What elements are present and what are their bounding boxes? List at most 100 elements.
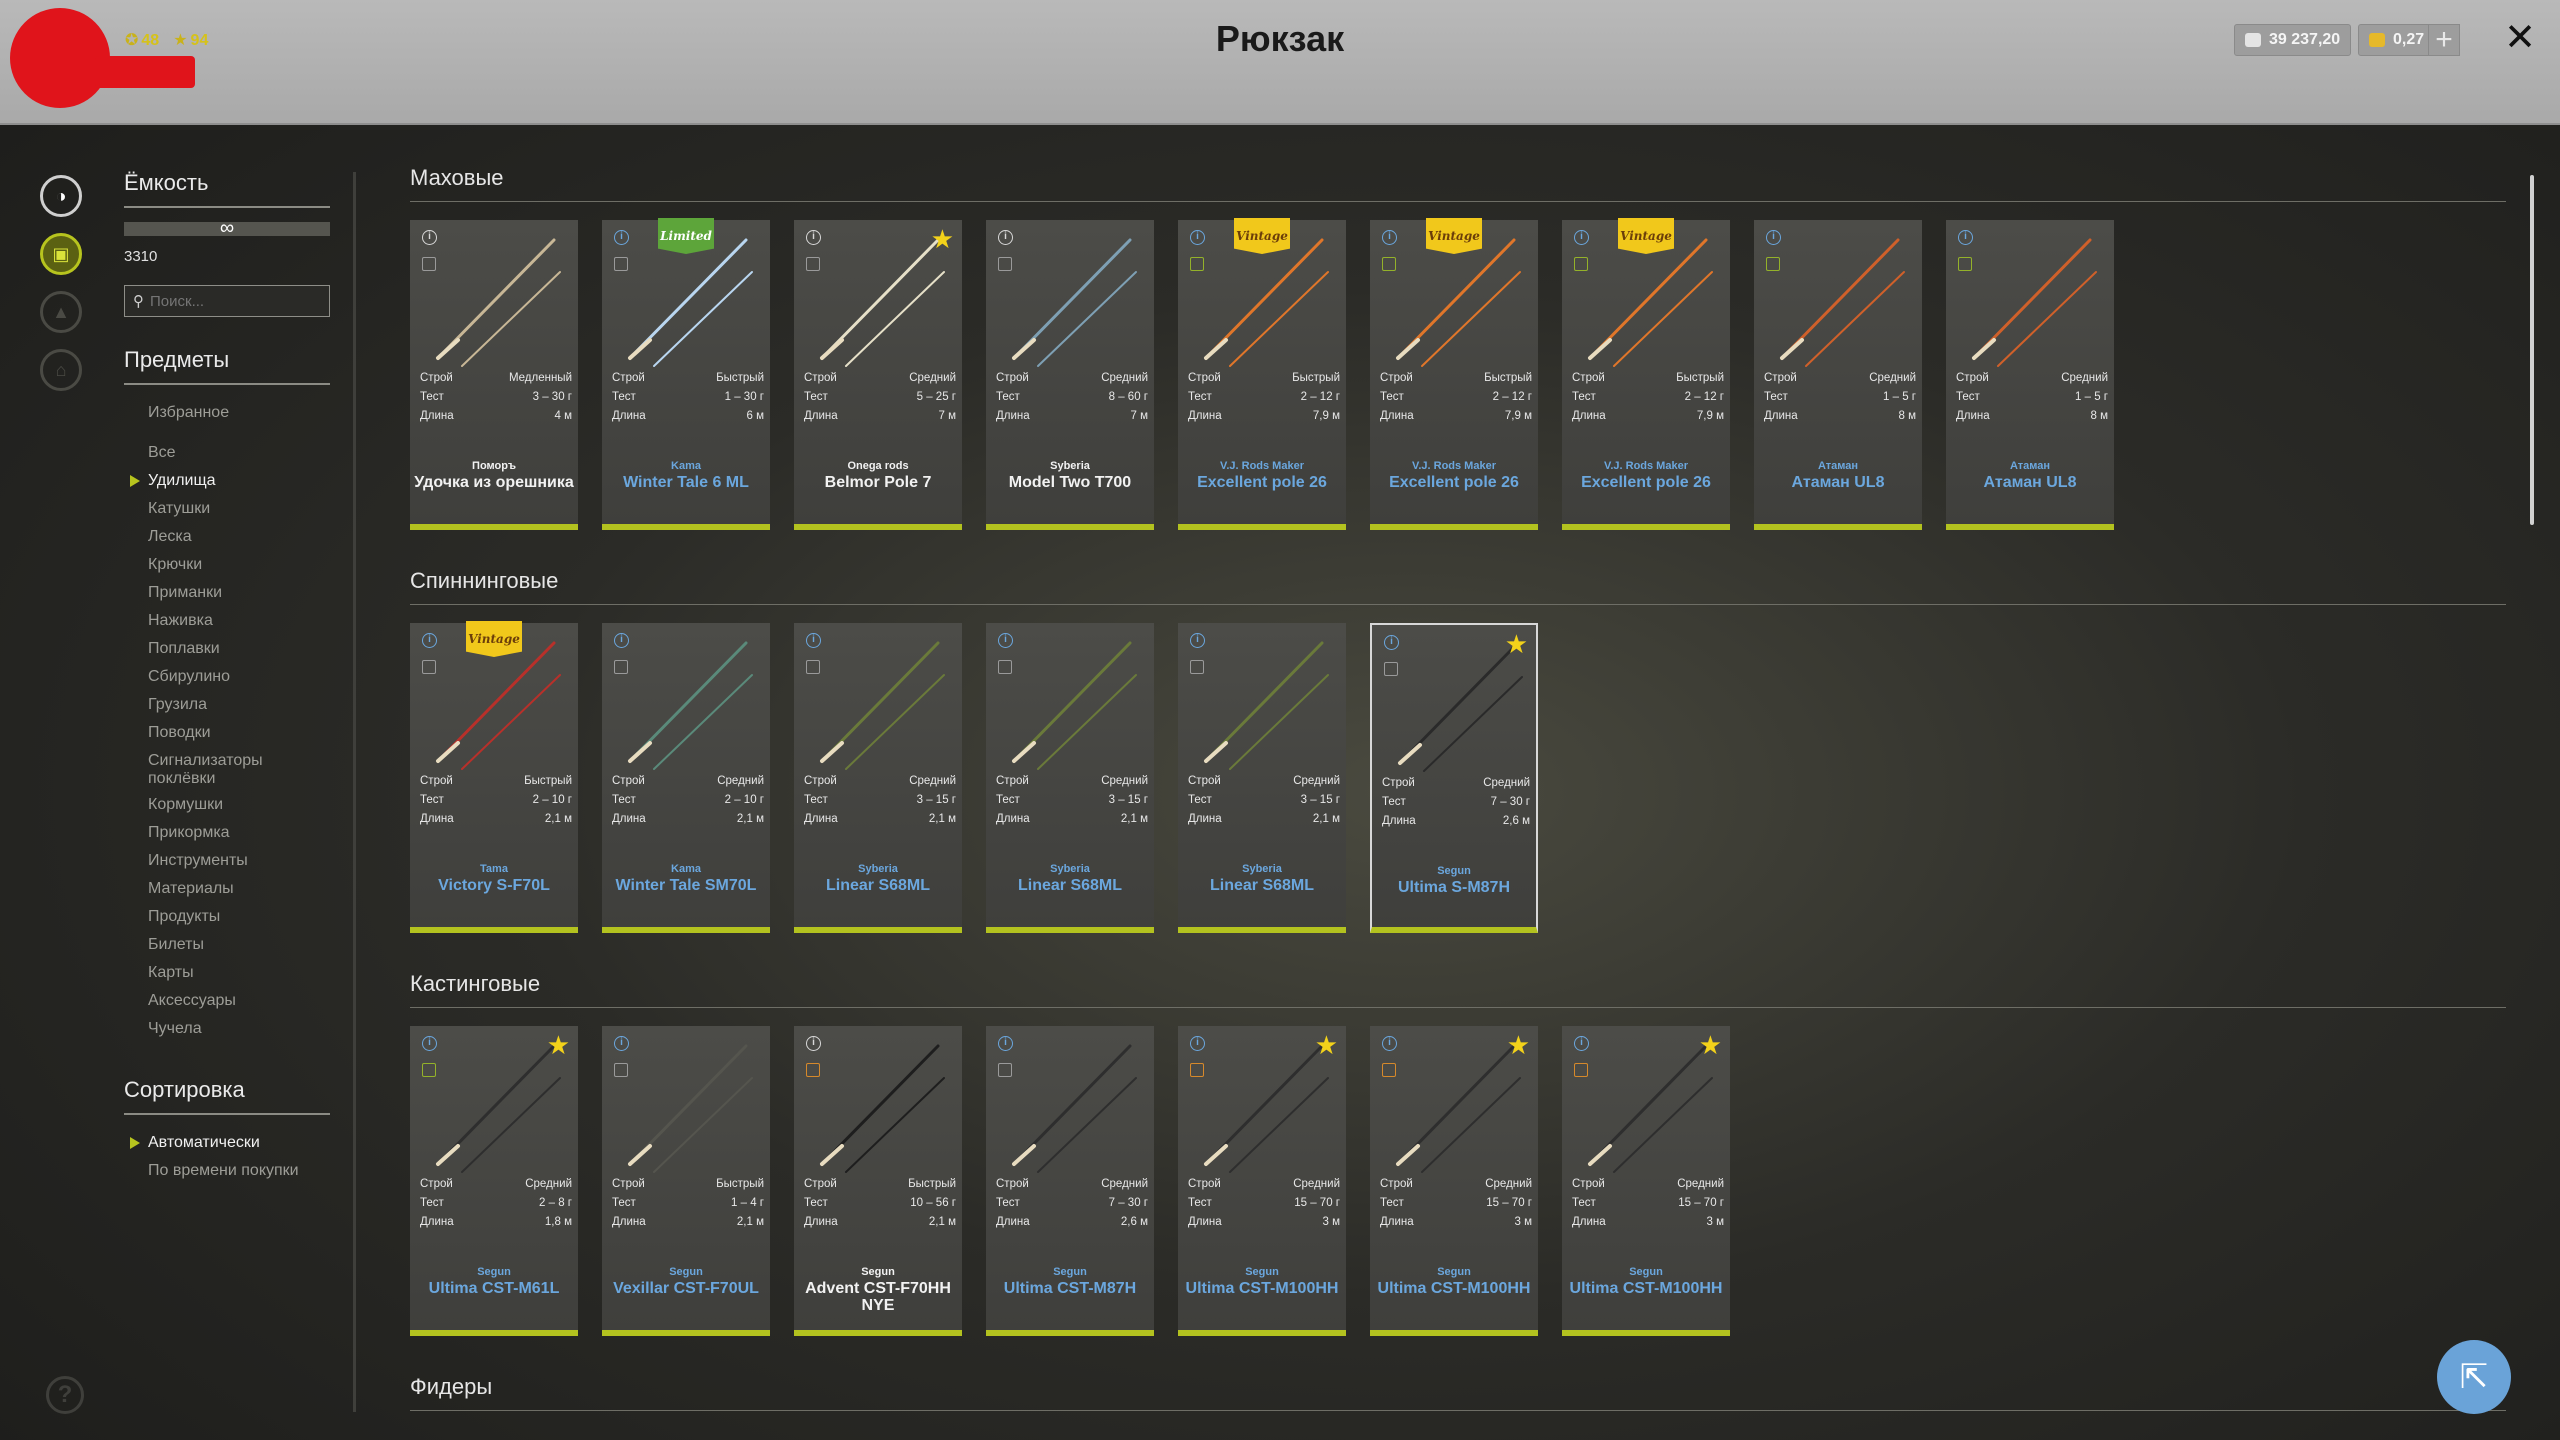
- info-icon[interactable]: i: [422, 230, 437, 245]
- info-icon[interactable]: i: [614, 1036, 629, 1051]
- add-currency-button[interactable]: +: [2428, 24, 2460, 56]
- info-icon[interactable]: i: [1190, 230, 1205, 245]
- item-model: Ultima CST-M100HH: [1569, 1280, 1723, 1297]
- info-icon[interactable]: i: [1766, 230, 1781, 245]
- info-icon[interactable]: i: [998, 1036, 1013, 1051]
- sidebar-item[interactable]: Грузила: [148, 691, 330, 719]
- favorite-star-icon[interactable]: ★: [1699, 1030, 1722, 1061]
- search-box[interactable]: ⚲: [124, 285, 330, 317]
- info-icon[interactable]: i: [1382, 1036, 1397, 1051]
- item-card[interactable]: i Строй Быстрый Тест 1 – 4 г Длина 2,1 м Segun V…: [602, 1026, 770, 1336]
- info-icon[interactable]: i: [1574, 230, 1589, 245]
- info-icon[interactable]: i: [422, 1036, 437, 1051]
- scrollbar[interactable]: [2530, 175, 2534, 525]
- equipped-copy-icon: [1574, 1063, 1588, 1077]
- rod-grip: [820, 1144, 844, 1166]
- item-card[interactable]: i ★ Строй Средний Тест 15 – 70 г Длина 3 м Segun…: [1562, 1026, 1730, 1336]
- favorite-star-icon[interactable]: ★: [1315, 1030, 1338, 1061]
- sidebar-item[interactable]: Инструменты: [148, 847, 330, 875]
- item-card[interactable]: i Строй Средний Тест 3 – 15 г Длина 2,1 м Syber…: [1178, 623, 1346, 933]
- info-icon[interactable]: i: [1574, 1036, 1589, 1051]
- item-card[interactable]: i Строй Средний Тест 2 – 10 г Длина 2,1 м Kama W…: [602, 623, 770, 933]
- item-card[interactable]: i Строй Медленный Тест 3 – 30 г Длина 4 м Помор…: [410, 220, 578, 530]
- info-icon[interactable]: i: [614, 633, 629, 648]
- sidebar-item[interactable]: Поплавки: [148, 635, 330, 663]
- sort-option[interactable]: По времени покупки: [148, 1157, 330, 1185]
- tab-home-icon[interactable]: ⌂: [40, 349, 82, 391]
- spec-label: Длина: [1956, 410, 1990, 422]
- info-icon[interactable]: i: [422, 633, 437, 648]
- item-card[interactable]: i ★ Строй Средний Тест 7 – 30 г Длина 2,6 м Segu…: [1370, 623, 1538, 933]
- spec-row: Длина 8 м: [1956, 410, 2108, 429]
- cursor-mode-icon[interactable]: ⇱: [2437, 1340, 2511, 1414]
- item-card[interactable]: i Vintage Строй Быстрый Тест 2 – 12 г Длина 7,9…: [1370, 218, 1538, 530]
- info-icon[interactable]: i: [806, 633, 821, 648]
- item-card[interactable]: i Строй Средний Тест 8 – 60 г Длина 7 м Syberia…: [986, 220, 1154, 530]
- sidebar-item[interactable]: Приманки: [148, 579, 330, 607]
- info-icon[interactable]: i: [1190, 1036, 1205, 1051]
- favorite-star-icon[interactable]: ★: [547, 1030, 570, 1061]
- spec-value: 8 м: [1898, 410, 1917, 422]
- spec-row: Строй Средний: [1764, 372, 1916, 391]
- tab-camp-icon[interactable]: ▲: [40, 291, 82, 333]
- item-card[interactable]: i Строй Средний Тест 1 – 5 г Длина 8 м Атаман Ат…: [1754, 220, 1922, 530]
- sidebar-item-favorites[interactable]: Избранное: [148, 399, 330, 427]
- item-card[interactable]: i Limited Строй Быстрый Тест 1 – 30 г Длина 6 м…: [602, 218, 770, 530]
- item-card[interactable]: i Строй Средний Тест 1 – 5 г Длина 8 м Атаман Ат…: [1946, 220, 2114, 530]
- info-icon[interactable]: i: [614, 230, 629, 245]
- spec-label: Длина: [1382, 815, 1416, 827]
- sidebar-item[interactable]: Удилища: [130, 467, 330, 495]
- item-brand: Kama: [671, 863, 701, 875]
- sidebar-item[interactable]: Материалы: [148, 875, 330, 903]
- rod-grip: [628, 338, 652, 360]
- item-brand: Syberia: [1242, 863, 1282, 875]
- sidebar-item[interactable]: Кормушки: [148, 791, 330, 819]
- favorite-star-icon[interactable]: ★: [1507, 1030, 1530, 1061]
- item-card[interactable]: i Строй Средний Тест 3 – 15 г Длина 2,1 м Syber…: [794, 623, 962, 933]
- item-card[interactable]: i Строй Быстрый Тест 10 – 56 г Длина 2,1 м Segu…: [794, 1026, 962, 1336]
- sidebar-item[interactable]: Крючки: [148, 551, 330, 579]
- item-card[interactable]: i Строй Средний Тест 3 – 15 г Длина 2,1 м Syber…: [986, 623, 1154, 933]
- info-icon[interactable]: i: [1190, 633, 1205, 648]
- tab-backpack-icon[interactable]: ▣: [40, 233, 82, 275]
- search-input[interactable]: [150, 292, 320, 310]
- item-card[interactable]: i ★ Строй Средний Тест 15 – 70 г Длина 3 м Segun…: [1178, 1026, 1346, 1336]
- item-card[interactable]: i ★ Строй Средний Тест 2 – 8 г Длина 1,8 м Segun…: [410, 1026, 578, 1336]
- sidebar-item[interactable]: Леска: [148, 523, 330, 551]
- close-button[interactable]: ✕: [2500, 18, 2540, 58]
- item-card[interactable]: i ★ Строй Средний Тест 5 – 25 г Длина 7 м Onega …: [794, 220, 962, 530]
- sidebar-item[interactable]: Поводки: [148, 719, 330, 747]
- sidebar-item[interactable]: Прикормка: [148, 819, 330, 847]
- sidebar-item[interactable]: Аксессуары: [148, 987, 330, 1015]
- sidebar-item[interactable]: Наживка: [148, 607, 330, 635]
- info-icon[interactable]: i: [1958, 230, 1973, 245]
- info-icon[interactable]: i: [806, 1036, 821, 1051]
- help-button[interactable]: ?: [46, 1376, 84, 1414]
- info-icon[interactable]: i: [998, 230, 1013, 245]
- info-icon[interactable]: i: [1382, 230, 1397, 245]
- info-icon[interactable]: i: [998, 633, 1013, 648]
- sort-option[interactable]: Автоматически: [130, 1129, 330, 1157]
- item-card[interactable]: i Vintage Строй Быстрый Тест 2 – 12 г Длина 7,9…: [1562, 218, 1730, 530]
- info-icon[interactable]: i: [1384, 635, 1399, 650]
- sidebar-item[interactable]: Продукты: [148, 903, 330, 931]
- sidebar-item[interactable]: Катушки: [148, 495, 330, 523]
- edition-badge: Limited: [658, 218, 714, 254]
- sidebar-item[interactable]: Карты: [148, 959, 330, 987]
- favorite-star-icon[interactable]: ★: [931, 224, 954, 255]
- info-icon[interactable]: i: [806, 230, 821, 245]
- sidebar-item[interactable]: Сигнализаторы поклёвки: [148, 747, 330, 791]
- sidebar-item[interactable]: Чучела: [148, 1015, 330, 1043]
- favorite-star-icon[interactable]: ★: [1505, 629, 1528, 660]
- tab-fish-icon[interactable]: ◑: [40, 175, 82, 217]
- sidebar-item[interactable]: Все: [148, 439, 330, 467]
- sidebar-item[interactable]: Билеты: [148, 931, 330, 959]
- spec-value: 1 – 5 г: [2075, 391, 2108, 403]
- item-card[interactable]: i Vintage Строй Быстрый Тест 2 – 12 г Длина 7,9…: [1178, 218, 1346, 530]
- item-card[interactable]: i Vintage Строй Быстрый Тест 2 – 10 г Длина 2,1…: [410, 621, 578, 933]
- item-card[interactable]: i ★ Строй Средний Тест 15 – 70 г Длина 3 м Segun…: [1370, 1026, 1538, 1336]
- item-card[interactable]: i Строй Средний Тест 7 – 30 г Длина 2,6 м Segun…: [986, 1026, 1154, 1336]
- item-model: Belmor Pole 7: [824, 474, 932, 491]
- spec-value: 2 – 12 г: [1300, 391, 1340, 403]
- sidebar-item[interactable]: Сбирулино: [148, 663, 330, 691]
